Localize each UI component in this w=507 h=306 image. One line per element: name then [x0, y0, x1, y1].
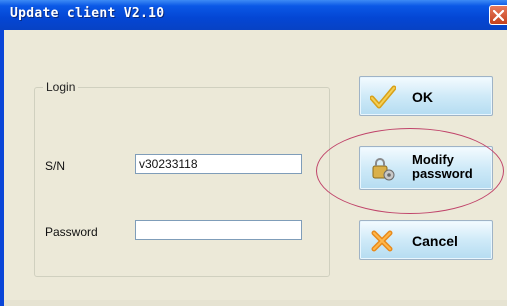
close-button[interactable]: [489, 5, 507, 25]
bottom-edge: [4, 300, 507, 306]
sn-label: S/N: [45, 159, 66, 173]
checkmark-icon: [370, 85, 396, 109]
password-input[interactable]: [135, 220, 302, 240]
modify-password-button[interactable]: Modify password: [359, 146, 493, 190]
modify-line-2: password: [412, 166, 473, 181]
ok-button-label: OK: [412, 89, 433, 105]
x-icon: [371, 230, 393, 252]
dialog-window: Update client V2.10 Login S/N v30233118 …: [0, 0, 507, 306]
modify-password-label: Modify password: [412, 153, 473, 181]
window-title: Update client V2.10: [10, 6, 165, 21]
ok-button[interactable]: OK: [359, 76, 493, 116]
dialog-body: Login S/N v30233118 Password OK Modify p…: [4, 30, 507, 306]
cancel-button[interactable]: Cancel: [359, 220, 493, 260]
title-bar[interactable]: Update client V2.10: [0, 0, 507, 30]
login-legend: Login: [43, 80, 79, 94]
sn-input[interactable]: v30233118: [135, 154, 302, 174]
cancel-button-label: Cancel: [412, 233, 458, 249]
close-icon: [493, 10, 504, 21]
lock-gear-icon: [372, 158, 395, 181]
modify-line-1: Modify: [412, 152, 454, 167]
password-label: Password: [45, 225, 98, 239]
login-group: Login S/N v30233118 Password: [34, 80, 330, 277]
